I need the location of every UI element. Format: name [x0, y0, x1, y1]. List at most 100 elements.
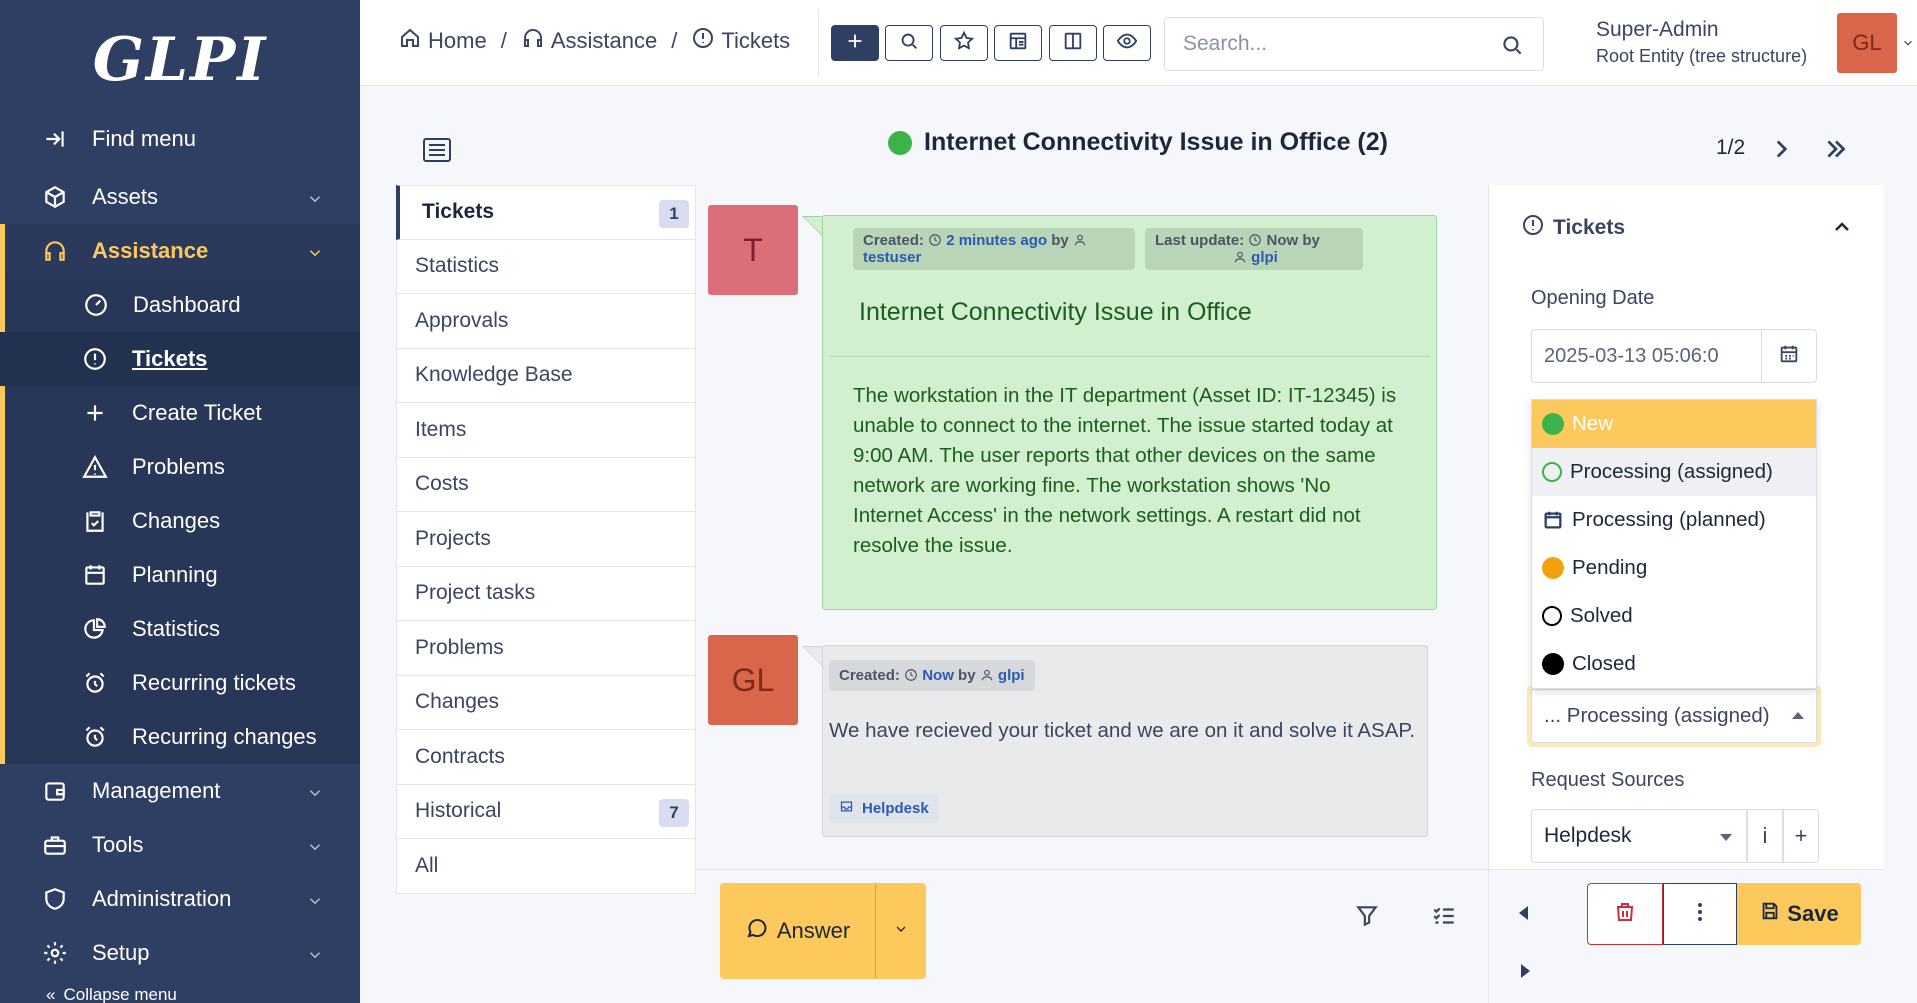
breadcrumb-tickets[interactable]: Tickets	[691, 26, 790, 56]
opening-date-label: Opening Date	[1531, 287, 1655, 309]
answer-button[interactable]: Answer	[720, 883, 876, 979]
sidebar-item-administration[interactable]: Administration	[0, 872, 360, 926]
sidebar-item-changes[interactable]: Changes	[0, 494, 360, 548]
sidebar-item-dashboard[interactable]: Dashboard	[0, 278, 360, 332]
timeline: T Created: 2 minutes ago by testuser Las…	[696, 185, 1488, 869]
avatar[interactable]: GL	[1837, 13, 1897, 73]
status-option-processing-assigned[interactable]: Processing (assigned)	[1532, 448, 1816, 496]
ticket-description[interactable]: Created: 2 minutes ago by testuser Last …	[802, 215, 1437, 610]
calendar-picker-button[interactable]	[1761, 329, 1817, 383]
chevron-right-icon[interactable]	[1768, 136, 1794, 162]
home-icon	[398, 26, 428, 56]
tab-changes[interactable]: Changes	[396, 675, 696, 730]
opening-date-input[interactable]: 2025-03-13 05:06:0	[1531, 329, 1761, 383]
breadcrumb-assistance[interactable]: Assistance	[521, 26, 657, 56]
chevron-down-icon[interactable]	[1901, 36, 1915, 50]
arrow-right-icon	[40, 124, 70, 154]
filter-icon[interactable]	[1354, 903, 1380, 929]
caret-left-icon[interactable]	[1519, 906, 1528, 920]
sidebar-item-tools[interactable]: Tools	[0, 818, 360, 872]
status-option-closed[interactable]: Closed	[1532, 640, 1816, 688]
tab-tickets[interactable]: Tickets 1	[396, 185, 696, 240]
global-search-input[interactable]: Search...	[1164, 17, 1544, 71]
tab-items[interactable]: Items	[396, 403, 696, 458]
split-view-button[interactable]	[1049, 25, 1097, 61]
checklist-icon[interactable]	[1431, 903, 1457, 929]
tab-problems[interactable]: Problems	[396, 621, 696, 676]
status-option-pending[interactable]: Pending	[1532, 544, 1816, 592]
chevron-down-icon	[893, 921, 909, 942]
search-button[interactable]	[885, 25, 933, 61]
calendar-icon	[1542, 509, 1564, 531]
user-icon	[1073, 233, 1087, 247]
headset-icon	[521, 26, 551, 56]
user-info[interactable]: Super-Admin Root Entity (tree structure)	[1596, 18, 1807, 67]
search-icon[interactable]	[1499, 32, 1525, 58]
tab-statistics[interactable]: Statistics	[396, 239, 696, 294]
answer-dropdown-toggle[interactable]	[876, 921, 926, 942]
panel-header[interactable]: Tickets	[1521, 213, 1625, 243]
sidebar-item-problems[interactable]: Problems	[0, 440, 360, 494]
info-button[interactable]: i	[1747, 809, 1783, 863]
warning-triangle-icon	[80, 452, 110, 482]
sidebar-item-recurring-changes[interactable]: Recurring changes	[0, 710, 360, 764]
sidebar-item-management[interactable]: Management	[0, 764, 360, 818]
status-option-processing-planned[interactable]: Processing (planned)	[1532, 496, 1816, 544]
add-source-button[interactable]: +	[1783, 809, 1819, 863]
caret-right-icon[interactable]	[1521, 964, 1530, 978]
tab-contracts[interactable]: Contracts	[396, 730, 696, 785]
sidebar-item-statistics[interactable]: Statistics	[0, 602, 360, 656]
followup-item[interactable]: Created: Now by glpi We have recieved yo…	[802, 645, 1428, 837]
tab-knowledge-base[interactable]: Knowledge Base	[396, 348, 696, 403]
request-source-select[interactable]: Helpdesk	[1531, 809, 1747, 863]
template-button[interactable]	[994, 25, 1042, 61]
trash-icon	[1613, 900, 1637, 929]
tab-historical[interactable]: Historical 7	[396, 784, 696, 839]
ticket-content-title: Internet Connectivity Issue in Office	[859, 298, 1252, 326]
find-menu-button[interactable]: Find menu	[0, 112, 360, 166]
status-option-new[interactable]: New	[1532, 400, 1816, 448]
alert-circle-icon	[691, 26, 721, 56]
list-toggle-icon[interactable]	[422, 137, 452, 163]
collapse-menu-button[interactable]: « Collapse menu	[46, 985, 177, 1003]
add-button[interactable]	[831, 25, 879, 61]
alarm-icon	[80, 722, 110, 752]
created-meta: Created: Now by glpi	[829, 660, 1035, 691]
sidebar-item-tickets[interactable]: Tickets	[0, 332, 360, 386]
sidebar-item-planning[interactable]: Planning	[0, 548, 360, 602]
chevron-up-icon[interactable]	[1830, 215, 1854, 239]
updated-meta: Last update: Now by glpi	[1145, 228, 1363, 270]
request-source-badge: Helpdesk	[829, 794, 939, 823]
followup-body: We have recieved your ticket and we are …	[829, 719, 1416, 742]
status-ring	[1542, 606, 1562, 626]
calendar-icon	[1778, 343, 1800, 370]
status-select[interactable]: ... Processing (assigned)	[1531, 689, 1817, 743]
bookmark-button[interactable]	[940, 25, 988, 61]
dots-vertical-icon	[1688, 900, 1712, 929]
tab-projects[interactable]: Projects	[396, 512, 696, 567]
view-button[interactable]	[1103, 25, 1151, 61]
breadcrumb-home[interactable]: Home	[398, 26, 487, 56]
double-chevron-right-icon[interactable]	[1823, 136, 1849, 162]
status-ring	[1542, 462, 1562, 482]
status-option-solved[interactable]: Solved	[1532, 592, 1816, 640]
sidebar-item-create-ticket[interactable]: Create Ticket	[0, 386, 360, 440]
more-actions-button[interactable]	[1663, 883, 1737, 945]
delete-button[interactable]	[1587, 883, 1663, 945]
timeline-action-bar: Answer	[696, 869, 1488, 1003]
sidebar-item-setup[interactable]: Setup	[0, 926, 360, 980]
tab-costs[interactable]: Costs	[396, 457, 696, 512]
tab-approvals[interactable]: Approvals	[396, 294, 696, 349]
glpi-logo[interactable]: GLPI	[0, 0, 360, 120]
save-button[interactable]: Save	[1737, 883, 1861, 945]
tab-all[interactable]: All	[396, 839, 696, 894]
clock-icon	[1248, 233, 1262, 247]
topbar: Home / Assistance / Tickets Search... Su…	[360, 0, 1917, 86]
sidebar-item-assistance[interactable]: Assistance	[0, 224, 360, 278]
sidebar-item-assets[interactable]: Assets	[0, 170, 360, 224]
star-icon	[953, 30, 975, 57]
clock-icon	[904, 668, 918, 682]
tab-project-tasks[interactable]: Project tasks	[396, 566, 696, 621]
sidebar-item-recurring-tickets[interactable]: Recurring tickets	[0, 656, 360, 710]
layout-icon	[1007, 30, 1029, 57]
